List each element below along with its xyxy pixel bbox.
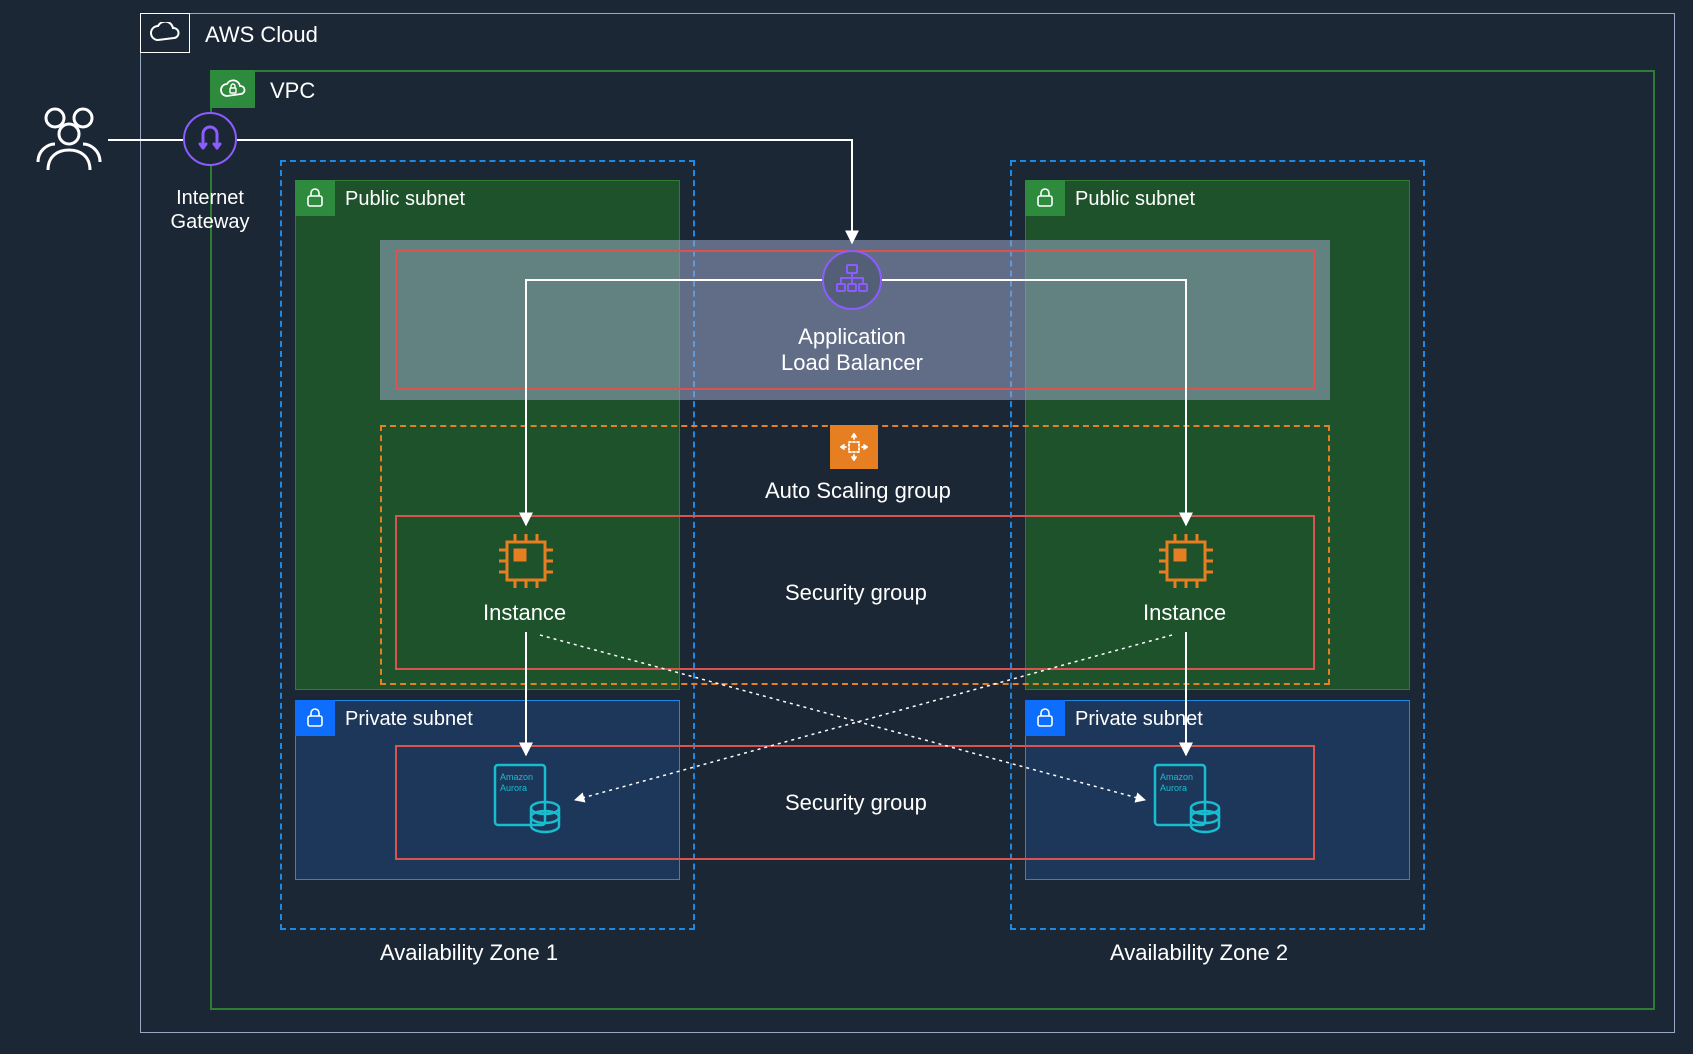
public-subnet-1-label: Public subnet	[345, 188, 465, 211]
private-subnet-2-label: Private subnet	[1075, 708, 1203, 731]
cloud-badge	[140, 13, 190, 53]
aurora-2-icon: AmazonAurora	[1150, 760, 1225, 840]
instance-1-label: Instance	[483, 600, 566, 626]
alb-label: Application Load Balancer	[781, 324, 923, 376]
lock-icon	[306, 188, 324, 208]
private-subnet-1-badge	[295, 700, 335, 736]
internet-gateway-label: Internet Gateway	[171, 186, 250, 234]
vpc-label: VPC	[270, 78, 315, 104]
internet-gateway-icon	[183, 112, 237, 166]
svg-text:Amazon: Amazon	[1160, 772, 1193, 782]
public-subnet-2-badge	[1025, 180, 1065, 216]
lock-icon	[1036, 188, 1054, 208]
private-subnet-2-badge	[1025, 700, 1065, 736]
cloud-icon	[148, 22, 182, 44]
az2-label: Availability Zone 2	[1110, 940, 1288, 966]
ec2-instance-2-icon	[1155, 530, 1217, 592]
asg-label: Auto Scaling group	[765, 478, 951, 504]
svg-text:Aurora: Aurora	[500, 783, 527, 793]
vpc-icon	[218, 78, 248, 100]
aurora-1-icon: AmazonAurora	[490, 760, 565, 840]
ec2-instance-1-icon	[495, 530, 557, 592]
aws-cloud-label: AWS Cloud	[205, 22, 318, 48]
svg-text:Aurora: Aurora	[1160, 783, 1187, 793]
users-icon	[30, 100, 108, 170]
az1-label: Availability Zone 1	[380, 940, 558, 966]
instance-2-label: Instance	[1143, 600, 1226, 626]
load-balancer-icon	[822, 250, 882, 310]
private-subnet-1-label: Private subnet	[345, 708, 473, 731]
instance-sg-label: Security group	[785, 580, 927, 606]
vpc-badge	[210, 70, 255, 108]
svg-text:Amazon: Amazon	[500, 772, 533, 782]
asg-badge	[830, 425, 878, 469]
db-sg-label: Security group	[785, 790, 927, 816]
public-subnet-2-label: Public subnet	[1075, 188, 1195, 211]
auto-scaling-icon	[839, 432, 869, 462]
lock-icon	[1036, 708, 1054, 728]
lock-icon	[306, 708, 324, 728]
public-subnet-1-badge	[295, 180, 335, 216]
